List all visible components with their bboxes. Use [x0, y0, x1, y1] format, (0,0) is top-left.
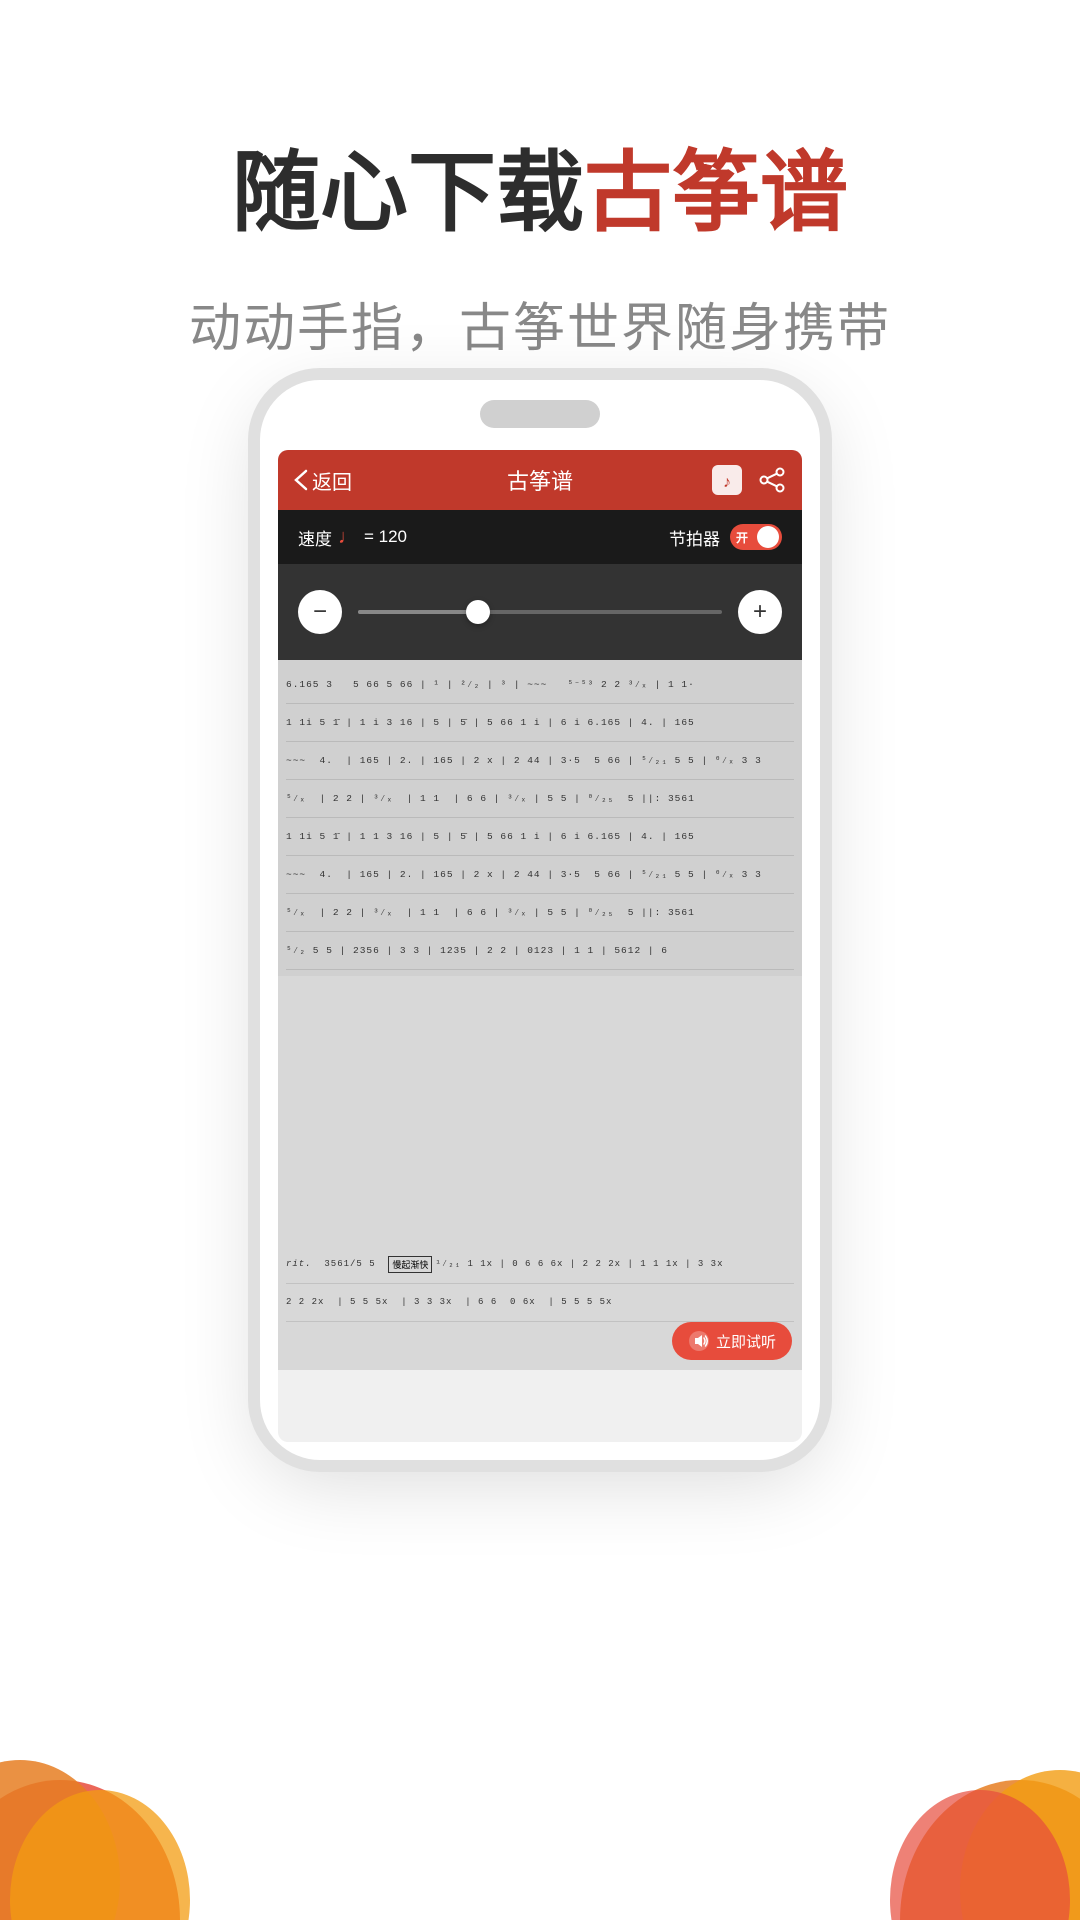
share-icon[interactable] [758, 466, 786, 494]
slider-area: − + [278, 564, 802, 660]
header-section: 随心下载古筝谱 动动手指，古筝世界随身携带 [0, 0, 1080, 361]
main-title: 随心下载古筝谱 [0, 140, 1080, 246]
notation-row-5: 1 1i 5 1̄ | 1 1 3 16 | 5 | 5̄ | 5 66 1 i… [286, 818, 794, 856]
title-suffix: 古筝谱 [584, 143, 848, 242]
back-label: 返回 [312, 466, 352, 495]
phone-frame: 返回 古筝谱 ♪ [260, 380, 820, 1460]
app-screen: 返回 古筝谱 ♪ [278, 450, 802, 1442]
speed-decrease-button[interactable]: − [298, 590, 342, 634]
toggle-knob [757, 526, 779, 548]
notation-row-8: ⁵⁄₂ 5 5 | 2356 | 3 3 | 1235 | 2 2 | 0123… [286, 932, 794, 970]
app-navbar: 返回 古筝谱 ♪ [278, 450, 802, 510]
nav-title: 古筝谱 [507, 464, 573, 496]
music-note-icon: ♩ [338, 526, 358, 549]
flower-right-decoration [800, 1640, 1080, 1920]
notation-row-10: 2 2 2x | 5 5 5x | 3 3 3x | 6 6 0 6x | 5 … [286, 1284, 794, 1322]
notation-row-7: ⁵⁄ₓ | 2 2 | ³⁄ₓ | 1 1 | 6 6 | ³⁄ₓ | 5 5 … [286, 894, 794, 932]
speed-increase-button[interactable]: + [738, 590, 782, 634]
slider-fill [358, 610, 478, 614]
phone-speaker [480, 400, 600, 428]
sheet-music-area: 6.165 3 5 66 5 66 | ¹ | ²⁄₂ | ³ | ~~~ ⁵⁻… [278, 660, 802, 1240]
speaker-icon [688, 1330, 710, 1352]
subtitle: 动动手指，古筝世界随身携带 [0, 286, 1080, 361]
notation-row-3: ~~~ 4. | 165 | 2. | 165 | 2 x | 2 44 | 3… [286, 742, 794, 780]
logo-icon[interactable]: ♪ [712, 465, 742, 495]
metronome-section: 节拍器 开 [669, 524, 782, 550]
slider-thumb[interactable] [466, 600, 490, 624]
metronome-label: 节拍器 [669, 525, 720, 550]
nav-back-button[interactable]: 返回 [294, 466, 352, 495]
speed-bar: 速度 ♩ = 120 节拍器 开 [278, 510, 802, 564]
title-prefix: 随心下载 [232, 143, 584, 242]
notation-row-6: ~~~ 4. | 165 | 2. | 165 | 2 x | 2 44 | 3… [286, 856, 794, 894]
bpm-value: = 120 [364, 527, 407, 547]
nav-icons: ♪ [712, 465, 786, 495]
speed-slider-track[interactable] [358, 610, 722, 614]
toggle-on-label: 开 [736, 529, 748, 546]
notation-row-1: 6.165 3 5 66 5 66 | ¹ | ²⁄₂ | ³ | ~~~ ⁵⁻… [286, 666, 794, 704]
phone-mockup: 返回 古筝谱 ♪ [260, 380, 820, 1480]
bottom-sheet: rit. 3561/5 5 慢起渐快 ¹⁄₂₁ 1 1x | 0 6 6 6x … [278, 1240, 802, 1370]
back-chevron-icon [294, 469, 308, 491]
speed-label: 速度 ♩ = 120 [298, 525, 407, 550]
flower-left-decoration [0, 1640, 280, 1920]
metronome-toggle[interactable]: 开 [730, 524, 782, 550]
notation-row-9: rit. 3561/5 5 慢起渐快 ¹⁄₂₁ 1 1x | 0 6 6 6x … [286, 1246, 794, 1284]
notation-row-4: ⁵⁄ₓ | 2 2 | ³⁄ₓ | 1 1 | 6 6 | ³⁄ₓ | 5 5 … [286, 780, 794, 818]
speed-text: 速度 [298, 525, 332, 550]
listen-label: 立即试听 [716, 1331, 776, 1352]
svg-text:♪: ♪ [723, 474, 731, 491]
notation-row-2: 1 1i 5 1̄ | 1 i 3 16 | 5 | 5̄ | 5 66 1 i… [286, 704, 794, 742]
listen-button[interactable]: 立即试听 [672, 1322, 792, 1360]
box-text: 慢起渐快 [388, 1256, 432, 1273]
